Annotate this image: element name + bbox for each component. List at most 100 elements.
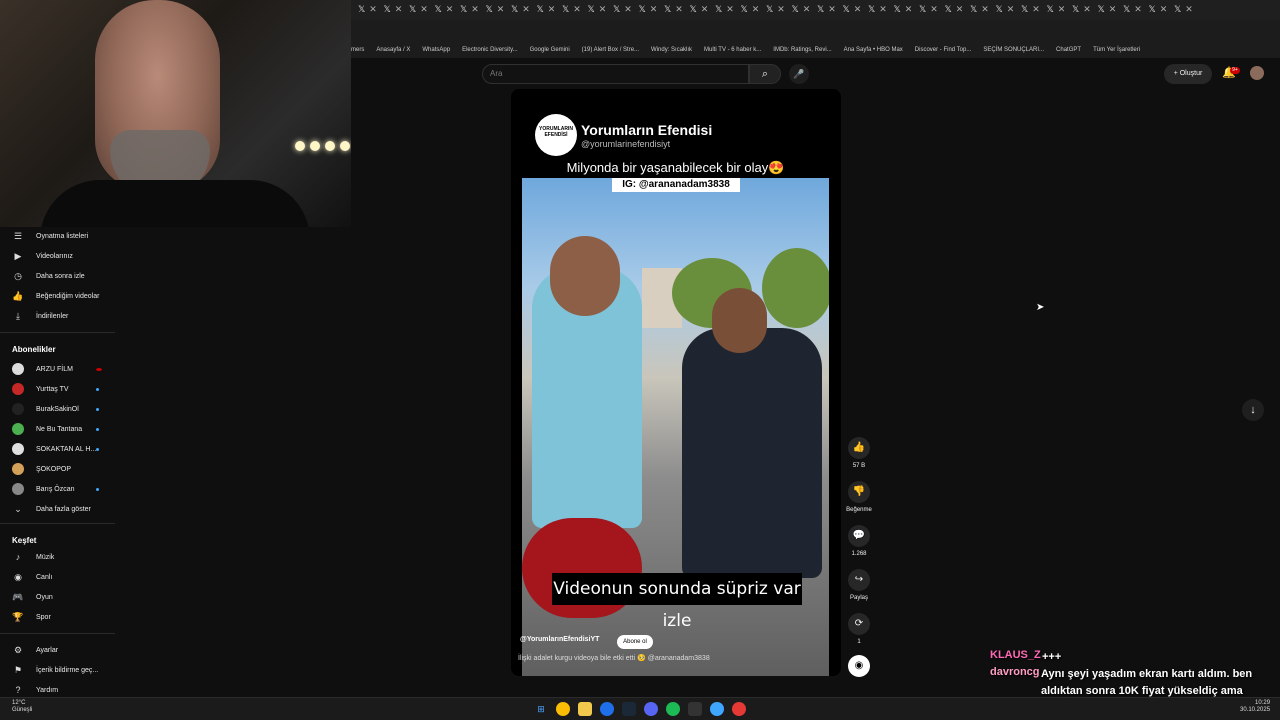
sidebar-item[interactable]: ◷ Daha sonra izle bbox=[0, 267, 115, 285]
browser-tab[interactable]: 𝕏 ✕ bbox=[486, 4, 510, 16]
windows-start-icon[interactable]: ⊞ bbox=[534, 702, 548, 716]
browser-tab[interactable]: 𝕏 ✕ bbox=[919, 4, 943, 16]
browser-tab[interactable]: 𝕏 ✕ bbox=[996, 4, 1020, 16]
close-icon[interactable]: ✕ bbox=[879, 4, 887, 14]
close-icon[interactable]: ✕ bbox=[369, 4, 377, 14]
bookmark-item[interactable]: SEÇİM SONUÇLARI... bbox=[983, 42, 1044, 58]
steam-icon[interactable] bbox=[622, 702, 636, 716]
browser-tab[interactable]: 𝕏 ✕ bbox=[664, 4, 688, 16]
close-icon[interactable]: ✕ bbox=[548, 4, 556, 14]
bookmark-item[interactable]: Google Gemini bbox=[530, 42, 570, 58]
app-icon[interactable] bbox=[600, 702, 614, 716]
browser-tab[interactable]: 𝕏 ✕ bbox=[741, 4, 765, 16]
browser-tab[interactable]: 𝕏 ✕ bbox=[894, 4, 918, 16]
browser-tab[interactable]: 𝕏 ✕ bbox=[843, 4, 867, 16]
close-icon[interactable]: ✕ bbox=[1109, 4, 1117, 14]
close-icon[interactable]: ✕ bbox=[828, 4, 836, 14]
sidebar-item[interactable]: ⚑ İçerik bildirme geç... bbox=[0, 661, 115, 679]
sidebar-item[interactable]: ⤓ İndirilenler bbox=[0, 307, 115, 325]
sidebar-item[interactable]: ☰ Oynatma listeleri bbox=[0, 227, 115, 245]
discord-icon[interactable] bbox=[644, 702, 658, 716]
close-icon[interactable]: ✕ bbox=[573, 4, 581, 14]
next-short-button[interactable]: ↓ bbox=[1242, 399, 1264, 421]
close-icon[interactable]: ✕ bbox=[701, 4, 709, 14]
subscriptions-heading[interactable]: Abonelikler bbox=[12, 345, 56, 354]
channel-logo[interactable]: YORUMLARIN EFENDİSİ bbox=[535, 114, 577, 156]
close-icon[interactable]: ✕ bbox=[675, 4, 683, 14]
file-explorer-icon[interactable] bbox=[578, 702, 592, 716]
sidebar-item[interactable]: ⌄ Daha fazla göster bbox=[0, 500, 115, 518]
sound-channel-button[interactable]: ◉ bbox=[845, 655, 873, 677]
browser-tab[interactable]: 𝕏 ✕ bbox=[358, 4, 382, 16]
sidebar-item[interactable]: Ne Bu Tantana bbox=[0, 420, 115, 438]
browser-tab[interactable]: 𝕏 ✕ bbox=[537, 4, 561, 16]
browser-tab[interactable]: 𝕏 ✕ bbox=[409, 4, 433, 16]
close-icon[interactable]: ✕ bbox=[1160, 4, 1168, 14]
app-icon[interactable] bbox=[732, 702, 746, 716]
chrome-icon[interactable] bbox=[556, 702, 570, 716]
bookmark-item[interactable]: Anasayfa / X bbox=[376, 42, 410, 58]
sidebar-item[interactable]: ▶ Videolarınız bbox=[0, 247, 115, 265]
close-icon[interactable]: ✕ bbox=[650, 4, 658, 14]
comments-button[interactable]: 💬 1.268 bbox=[845, 525, 873, 557]
sidebar-item[interactable]: ♪ Müzik bbox=[0, 548, 115, 566]
video-description[interactable]: İlişki adalet kurgu videoya bile etki et… bbox=[518, 654, 710, 662]
app-icon[interactable] bbox=[688, 702, 702, 716]
close-icon[interactable]: ✕ bbox=[1032, 4, 1040, 14]
browser-tab[interactable]: 𝕏 ✕ bbox=[1098, 4, 1122, 16]
browser-tab[interactable]: 𝕏 ✕ bbox=[562, 4, 586, 16]
browser-tab[interactable]: 𝕏 ✕ bbox=[1123, 4, 1147, 16]
close-icon[interactable]: ✕ bbox=[1058, 4, 1066, 14]
browser-tab[interactable]: 𝕏 ✕ bbox=[690, 4, 714, 16]
bookmark-item[interactable]: IMDb: Ratings, Revi... bbox=[773, 42, 831, 58]
close-icon[interactable]: ✕ bbox=[956, 4, 964, 14]
voice-search-button[interactable]: 🎤 bbox=[789, 64, 809, 84]
share-button[interactable]: ↪ Paylaş bbox=[845, 569, 873, 601]
sidebar-item[interactable]: ARZU FİLM bbox=[0, 360, 115, 378]
sidebar-item[interactable]: ◉ Canlı bbox=[0, 568, 115, 586]
video-channel-name[interactable]: @YorumlarınEfendisiYT bbox=[520, 636, 599, 643]
bookmark-item[interactable]: Multi TV - 6 haber k... bbox=[704, 42, 761, 58]
close-icon[interactable]: ✕ bbox=[497, 4, 505, 14]
weather-widget[interactable]: 12°C Güneşli bbox=[12, 700, 32, 714]
browser-tab[interactable]: 𝕏 ✕ bbox=[1047, 4, 1071, 16]
browser-tab[interactable]: 𝕏 ✕ bbox=[792, 4, 816, 16]
browser-tab[interactable]: 𝕏 ✕ bbox=[715, 4, 739, 16]
close-icon[interactable]: ✕ bbox=[395, 4, 403, 14]
create-button[interactable]: + Oluştur bbox=[1164, 64, 1212, 84]
browser-tab[interactable]: 𝕏 ✕ bbox=[1149, 4, 1173, 16]
close-icon[interactable]: ✕ bbox=[1185, 4, 1193, 14]
bookmark-item[interactable]: Discover - Find Top... bbox=[915, 42, 972, 58]
app-icon[interactable] bbox=[710, 702, 724, 716]
search-input[interactable]: Ara bbox=[482, 64, 749, 84]
close-icon[interactable]: ✕ bbox=[803, 4, 811, 14]
browser-tab[interactable]: 𝕏 ✕ bbox=[817, 4, 841, 16]
browser-tab[interactable]: 𝕏 ✕ bbox=[1021, 4, 1045, 16]
sidebar-item[interactable]: SOKAKTAN AL H... bbox=[0, 440, 115, 458]
bookmark-item[interactable]: Electronic Diversity... bbox=[462, 42, 518, 58]
dislike-button[interactable]: 👎 Beğenme bbox=[845, 481, 873, 513]
sidebar-item[interactable]: 👍 Beğendiğim videolar bbox=[0, 287, 115, 305]
close-icon[interactable]: ✕ bbox=[854, 4, 862, 14]
close-icon[interactable]: ✕ bbox=[930, 4, 938, 14]
close-icon[interactable]: ✕ bbox=[420, 4, 428, 14]
spotify-icon[interactable] bbox=[666, 702, 680, 716]
system-clock[interactable]: 10:29 30.10.2025 bbox=[1240, 700, 1270, 714]
bookmark-item[interactable]: Tüm Yer İşaretleri bbox=[1093, 42, 1140, 58]
browser-tab[interactable]: 𝕏 ✕ bbox=[460, 4, 484, 16]
search-button[interactable]: ⌕ bbox=[749, 64, 781, 84]
browser-tab[interactable]: 𝕏 ✕ bbox=[945, 4, 969, 16]
close-icon[interactable]: ✕ bbox=[981, 4, 989, 14]
sidebar-item[interactable]: ⚙ Ayarlar bbox=[0, 641, 115, 659]
sidebar-item[interactable]: BurakSakinOl bbox=[0, 400, 115, 418]
browser-tab[interactable]: 𝕏 ✕ bbox=[1174, 4, 1198, 16]
browser-tab[interactable]: 𝕏 ✕ bbox=[639, 4, 663, 16]
browser-tab[interactable]: 𝕏 ✕ bbox=[1072, 4, 1096, 16]
browser-tab[interactable]: 𝕏 ✕ bbox=[588, 4, 612, 16]
browser-tab[interactable]: 𝕏 ✕ bbox=[435, 4, 459, 16]
sidebar-item[interactable]: 🎮 Oyun bbox=[0, 588, 115, 606]
avatar[interactable] bbox=[1250, 66, 1264, 80]
browser-tab[interactable]: 𝕏 ✕ bbox=[868, 4, 892, 16]
close-icon[interactable]: ✕ bbox=[522, 4, 530, 14]
close-icon[interactable]: ✕ bbox=[599, 4, 607, 14]
